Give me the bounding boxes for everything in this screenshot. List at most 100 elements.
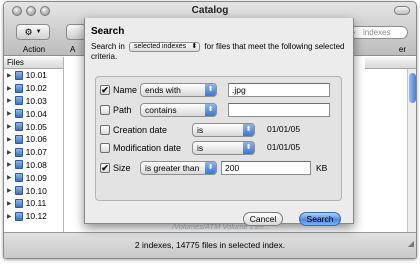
vertical-scrollbar[interactable] bbox=[407, 69, 416, 233]
disclosure-triangle-icon[interactable]: ▶ bbox=[7, 174, 12, 181]
catalog-window: Catalog ⚙ ▼ Action A ⌕ indexes er Files … bbox=[3, 1, 417, 259]
criterion-creation-date: Creation date is ⬍ 01/01/05 bbox=[100, 122, 338, 138]
disclosure-triangle-icon[interactable]: ▶ bbox=[7, 187, 12, 194]
status-bar: 2 indexes, 14775 files in selected index… bbox=[4, 232, 416, 258]
criterion-path: Path contains ⬍ bbox=[100, 102, 338, 118]
list-item[interactable]: ▶ 10.08 bbox=[4, 159, 63, 172]
name-checkbox[interactable]: ✔ bbox=[100, 85, 110, 95]
list-item[interactable]: ▶ 10.06 bbox=[4, 133, 63, 146]
search-sheet: Search Search in selected indexes for fi… bbox=[84, 18, 354, 226]
folder-icon bbox=[14, 109, 23, 119]
size-operator-popup[interactable]: is greater than ⬍ bbox=[140, 161, 217, 175]
disclosure-triangle-icon[interactable]: ▶ bbox=[7, 85, 12, 92]
results-column-header[interactable] bbox=[365, 57, 416, 69]
path-label: Path bbox=[113, 105, 132, 115]
folder-icon bbox=[14, 147, 23, 157]
path-operator-value: contains bbox=[145, 105, 177, 115]
action-label: Action bbox=[22, 45, 46, 54]
name-label: Name bbox=[113, 85, 138, 95]
size-operator-value: is greater than bbox=[145, 163, 200, 173]
modification-date-checkbox[interactable] bbox=[100, 143, 110, 153]
folder-icon bbox=[14, 70, 23, 80]
action-menu-button[interactable]: ⚙ ▼ bbox=[16, 24, 50, 40]
file-index-label: 10.09 bbox=[25, 172, 47, 183]
path-operator-popup[interactable]: contains ⬍ bbox=[140, 103, 217, 117]
disclosure-triangle-icon[interactable]: ▶ bbox=[7, 161, 12, 168]
name-operator-value: ends with bbox=[145, 85, 181, 95]
disclosure-triangle-icon[interactable]: ▶ bbox=[7, 110, 12, 117]
popup-arrows-icon: ⬍ bbox=[205, 84, 216, 96]
folder-icon bbox=[14, 173, 23, 183]
disclosure-triangle-icon[interactable]: ▶ bbox=[7, 97, 12, 104]
creation-date-value[interactable]: 01/01/05 bbox=[264, 123, 324, 137]
results-pane-edge bbox=[365, 57, 416, 233]
list-item[interactable]: ▶ 10.03 bbox=[4, 95, 63, 108]
disclosure-triangle-icon[interactable]: ▶ bbox=[7, 149, 12, 156]
path-value-field[interactable] bbox=[228, 103, 330, 117]
criterion-modification-date: Modification date is ⬍ 01/01/05 bbox=[100, 140, 338, 156]
toolbar-toggle-button[interactable] bbox=[394, 6, 410, 15]
file-index-label: 10.10 bbox=[25, 185, 47, 196]
popup-arrows-icon: ⬍ bbox=[205, 162, 216, 174]
file-index-label: 10.07 bbox=[25, 147, 47, 158]
toolbar-search-placeholder: indexes bbox=[363, 28, 391, 37]
creation-date-label: Creation date bbox=[113, 125, 168, 135]
toolbar-button-2[interactable] bbox=[66, 24, 86, 40]
files-sidebar: Files ▶ 10.01 ▶ 10.02 ▶ 10.03 ▶ 10.04 ▶ 10.05 ▶ 10.… bbox=[4, 57, 64, 233]
modification-operator-popup[interactable]: is ⬍ bbox=[192, 141, 255, 155]
modification-operator-value: is bbox=[197, 143, 204, 153]
file-index-label: 10.12 bbox=[25, 211, 47, 222]
file-index-label: 10.03 bbox=[25, 95, 47, 106]
creation-date-checkbox[interactable] bbox=[100, 125, 110, 135]
folder-icon bbox=[14, 198, 23, 208]
popup-arrows-icon: ⬍ bbox=[243, 142, 254, 154]
files-column-header[interactable]: Files bbox=[4, 57, 63, 69]
folder-icon bbox=[14, 96, 23, 106]
folder-icon bbox=[14, 122, 23, 132]
creation-operator-popup[interactable]: is ⬍ bbox=[192, 123, 255, 137]
file-index-label: 10.04 bbox=[25, 108, 47, 119]
size-checkbox[interactable]: ✔ bbox=[100, 163, 110, 173]
folder-icon bbox=[14, 211, 23, 221]
path-checkbox[interactable] bbox=[100, 105, 110, 115]
files-list: ▶ 10.01 ▶ 10.02 ▶ 10.03 ▶ 10.04 ▶ 10.05 ▶ 10.06 ▶ 10.… bbox=[4, 69, 63, 223]
toolbar-button-2-label: A bbox=[70, 45, 76, 54]
list-item[interactable]: ▶ 10.11 bbox=[4, 197, 63, 210]
criterion-size: ✔ Size is greater than ⬍ 200 KB bbox=[100, 160, 338, 176]
name-operator-popup[interactable]: ends with ⬍ bbox=[140, 83, 217, 97]
search-button[interactable]: Search bbox=[299, 212, 341, 226]
status-text: 2 indexes, 14775 files in selected index… bbox=[134, 240, 286, 250]
list-item[interactable]: ▶ 10.07 bbox=[4, 146, 63, 159]
list-item[interactable]: ▶ 10.10 bbox=[4, 184, 63, 197]
list-item[interactable]: ▶ 10.02 bbox=[4, 82, 63, 95]
scope-value: selected indexes bbox=[134, 43, 187, 50]
popup-arrows-icon: ⬍ bbox=[243, 124, 254, 136]
disclosure-triangle-icon[interactable]: ▶ bbox=[7, 136, 12, 143]
folder-icon bbox=[14, 186, 23, 196]
file-index-label: 10.11 bbox=[25, 198, 47, 209]
size-value-field[interactable]: 200 bbox=[221, 161, 311, 175]
popup-arrows-icon: ⬍ bbox=[205, 104, 216, 116]
cancel-button[interactable]: Cancel bbox=[243, 212, 283, 226]
list-item[interactable]: ▶ 10.04 bbox=[4, 107, 63, 120]
size-unit-label: KB bbox=[316, 163, 328, 173]
modification-date-value[interactable]: 01/01/05 bbox=[264, 141, 324, 155]
scrollbar-thumb[interactable] bbox=[409, 73, 416, 103]
disclosure-triangle-icon[interactable]: ▶ bbox=[7, 72, 12, 79]
toolbar-search-field[interactable]: ⌕ indexes bbox=[346, 26, 408, 39]
name-value-field[interactable]: .jpg bbox=[228, 83, 330, 97]
folder-icon bbox=[14, 160, 23, 170]
criterion-name: ✔ Name ends with ⬍ .jpg bbox=[100, 82, 338, 98]
disclosure-triangle-icon[interactable]: ▶ bbox=[7, 200, 12, 207]
list-item[interactable]: ▶ 10.05 bbox=[4, 120, 63, 133]
resize-grip-icon[interactable]: ◢ bbox=[408, 232, 414, 256]
sheet-description: Search in selected indexes for files tha… bbox=[91, 42, 349, 62]
list-item[interactable]: ▶ 10.01 bbox=[4, 69, 63, 82]
folder-icon bbox=[14, 83, 23, 93]
scope-popup[interactable]: selected indexes bbox=[129, 42, 201, 52]
disclosure-triangle-icon[interactable]: ▶ bbox=[7, 213, 12, 220]
list-item[interactable]: ▶ 10.12 bbox=[4, 210, 63, 223]
file-index-label: 10.08 bbox=[25, 159, 47, 170]
list-item[interactable]: ▶ 10.09 bbox=[4, 171, 63, 184]
disclosure-triangle-icon[interactable]: ▶ bbox=[7, 123, 12, 130]
